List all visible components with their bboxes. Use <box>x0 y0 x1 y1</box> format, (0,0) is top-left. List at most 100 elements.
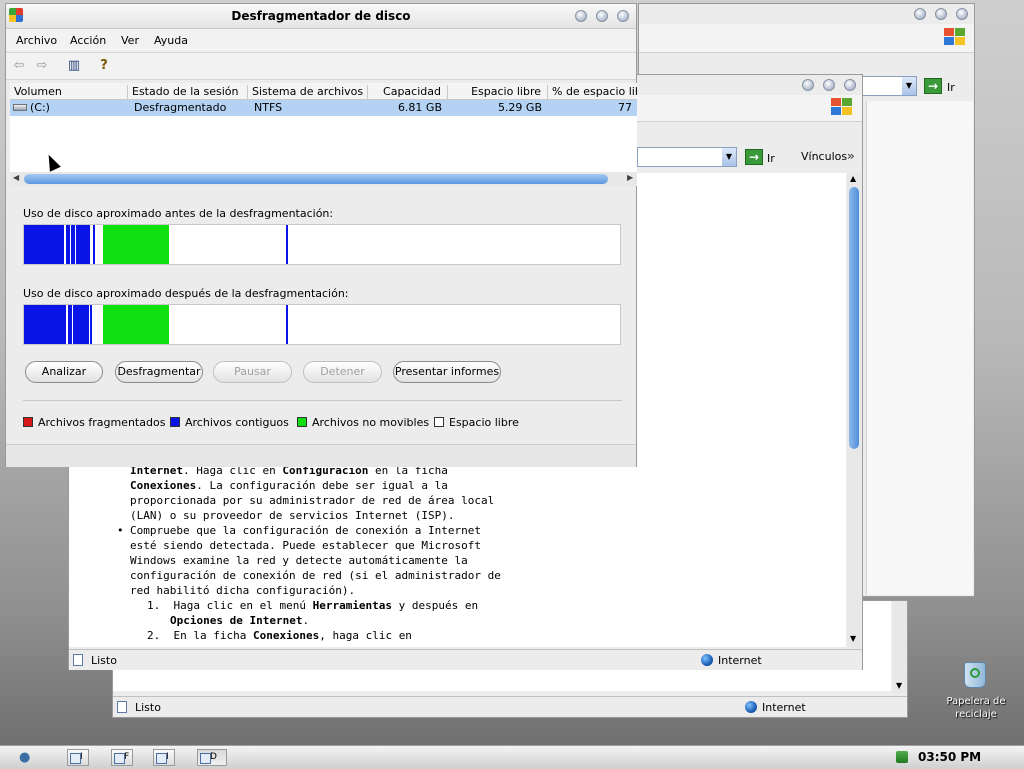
horizontal-scrollbar[interactable]: ◀ ▶ <box>10 172 637 186</box>
unmovable-swatch <box>297 417 307 427</box>
scroll-down-arrow-icon[interactable]: ▼ <box>850 634 856 643</box>
col-free[interactable]: Espacio libre <box>448 85 548 99</box>
menu-ayuda[interactable]: Ayuda <box>154 34 188 47</box>
toolbar-area <box>639 24 974 53</box>
cell-free: 5.29 GB <box>497 101 542 114</box>
task-button-ie-1[interactable]: I <box>67 749 89 766</box>
vertical-scrollbar[interactable]: ▲ ▼ <box>847 173 861 647</box>
menu-bar: Archivo Acción Ver Ayuda <box>6 29 636 51</box>
recycle-bin-label[interactable]: Papelera de reciclaje <box>938 695 1014 721</box>
close-button[interactable] <box>844 79 856 91</box>
menu-ver[interactable]: Ver <box>121 34 139 47</box>
disk-usage-before-bar <box>23 224 621 265</box>
pause-button[interactable]: Pausar <box>213 361 292 383</box>
maximize-button[interactable] <box>596 10 608 22</box>
forward-arrow-icon[interactable]: ⇨ <box>34 58 50 74</box>
bullet-icon: • <box>117 524 124 537</box>
cell-pct-free: 77 <box>618 101 632 114</box>
list-header: Volumen Estado de la sesión Sistema de a… <box>10 83 637 100</box>
free-swatch <box>434 417 444 427</box>
task-button-folder[interactable]: F <box>111 749 133 766</box>
after-label: Uso de disco aproximado después de la de… <box>23 287 349 300</box>
cell-capacity: 6.81 GB <box>397 101 442 114</box>
window-title: Desfragmentador de disco <box>231 9 411 23</box>
network-tray-icon[interactable] <box>896 751 908 763</box>
segment-contiguous <box>73 305 89 344</box>
stop-button[interactable]: Detener <box>303 361 382 383</box>
disk-usage-after-bar <box>23 304 621 345</box>
col-capacity[interactable]: Capacidad <box>368 85 448 99</box>
cell-volume: (C:) <box>30 101 50 114</box>
segment-contiguous <box>24 225 64 264</box>
table-row[interactable]: (C:) Desfragmentado NTFS 6.81 GB 5.29 GB… <box>10 100 637 116</box>
windows-logo-icon <box>831 98 853 116</box>
show-hide-tree-icon[interactable]: ▥ <box>66 58 82 74</box>
windows-logo-icon <box>944 28 966 46</box>
vertical-scrollbar[interactable]: ▼ <box>893 601 907 693</box>
segment-contiguous <box>286 305 288 344</box>
help-icon[interactable]: ? <box>96 58 112 74</box>
scroll-thumb[interactable] <box>849 187 859 449</box>
clock[interactable]: 03:50 PM <box>918 750 981 764</box>
minimize-button[interactable] <box>802 79 814 91</box>
go-label[interactable]: Ir <box>947 81 955 94</box>
address-dropdown-icon[interactable]: ▼ <box>902 77 916 95</box>
legend-fragmented: Archivos fragmentados <box>23 416 165 429</box>
page-icon <box>117 701 127 713</box>
menu-archivo[interactable]: Archivo <box>16 34 57 47</box>
address-dropdown-icon[interactable]: ▼ <box>722 148 736 166</box>
segment-contiguous <box>76 225 90 264</box>
apple-menu-icon[interactable]: ● <box>19 750 30 765</box>
go-arrow-icon[interactable]: → <box>924 78 942 94</box>
col-status[interactable]: Estado de la sesión <box>128 85 248 99</box>
maximize-button[interactable] <box>823 79 835 91</box>
fragmented-swatch <box>23 417 33 427</box>
step-1: 1. Haga clic en el menú Herramientas y d… <box>147 599 479 627</box>
task-button-ie-2[interactable]: I <box>153 749 175 766</box>
legend-unmovable: Archivos no movibles <box>297 416 429 429</box>
scroll-left-arrow-icon[interactable]: ◀ <box>13 173 19 182</box>
contiguous-swatch <box>170 417 180 427</box>
legend-free: Espacio libre <box>434 416 519 429</box>
back-arrow-icon[interactable]: ⇦ <box>11 58 27 74</box>
title-bar[interactable]: Desfragmentador de disco <box>6 4 636 29</box>
segment-contiguous <box>93 225 95 264</box>
scroll-up-arrow-icon[interactable]: ▲ <box>850 174 856 183</box>
taskbar: ● I F I D 03:50 PM <box>0 745 1024 769</box>
content-line-3: proporcionada por su administrador de re… <box>130 494 495 507</box>
content-line-4: (LAN) o su proveedor de servicios Intern… <box>130 509 455 522</box>
scroll-right-arrow-icon[interactable]: ▶ <box>627 173 633 182</box>
scroll-down-arrow-icon[interactable]: ▼ <box>896 681 902 690</box>
bullet-paragraph: Compruebe que la configuración de conexi… <box>130 524 501 597</box>
minimize-button[interactable] <box>914 8 926 20</box>
close-button[interactable] <box>956 8 968 20</box>
go-label[interactable]: Ir <box>767 152 775 165</box>
go-arrow-icon[interactable]: → <box>745 149 763 165</box>
status-bar: Listo Internet <box>113 696 907 717</box>
reports-button[interactable]: Presentar informes <box>393 361 501 383</box>
col-volume[interactable]: Volumen <box>10 85 128 99</box>
internet-zone-icon <box>745 701 757 713</box>
scroll-thumb[interactable] <box>24 174 608 184</box>
defrag-button[interactable]: Desfragmentar <box>115 361 203 383</box>
links-chevron-icon[interactable]: » <box>847 149 855 163</box>
segment-contiguous <box>66 225 70 264</box>
menu-accion[interactable]: Acción <box>70 34 106 47</box>
maximize-button[interactable] <box>935 8 947 20</box>
close-button[interactable] <box>617 10 629 22</box>
segment-contiguous <box>71 225 75 264</box>
minimize-button[interactable] <box>575 10 587 22</box>
analyze-button[interactable]: Analizar <box>25 361 103 383</box>
task-button-defrag[interactable]: D <box>197 749 227 766</box>
zone-text: Internet <box>762 701 806 714</box>
status-strip <box>6 444 636 467</box>
links-label[interactable]: Vínculos <box>801 150 847 163</box>
toolbar: ⇦ ⇨ ▥ ? <box>6 52 636 80</box>
col-filesystem[interactable]: Sistema de archivos <box>248 85 368 99</box>
segment-unmovable <box>103 225 169 264</box>
defrag-window: Desfragmentador de disco Archivo Acción … <box>5 3 637 467</box>
page-icon <box>73 654 83 666</box>
recycle-bin-icon[interactable] <box>960 658 990 688</box>
col-pct-free[interactable]: % de espacio libr <box>548 85 637 99</box>
status-bar: Listo Internet <box>69 649 862 670</box>
